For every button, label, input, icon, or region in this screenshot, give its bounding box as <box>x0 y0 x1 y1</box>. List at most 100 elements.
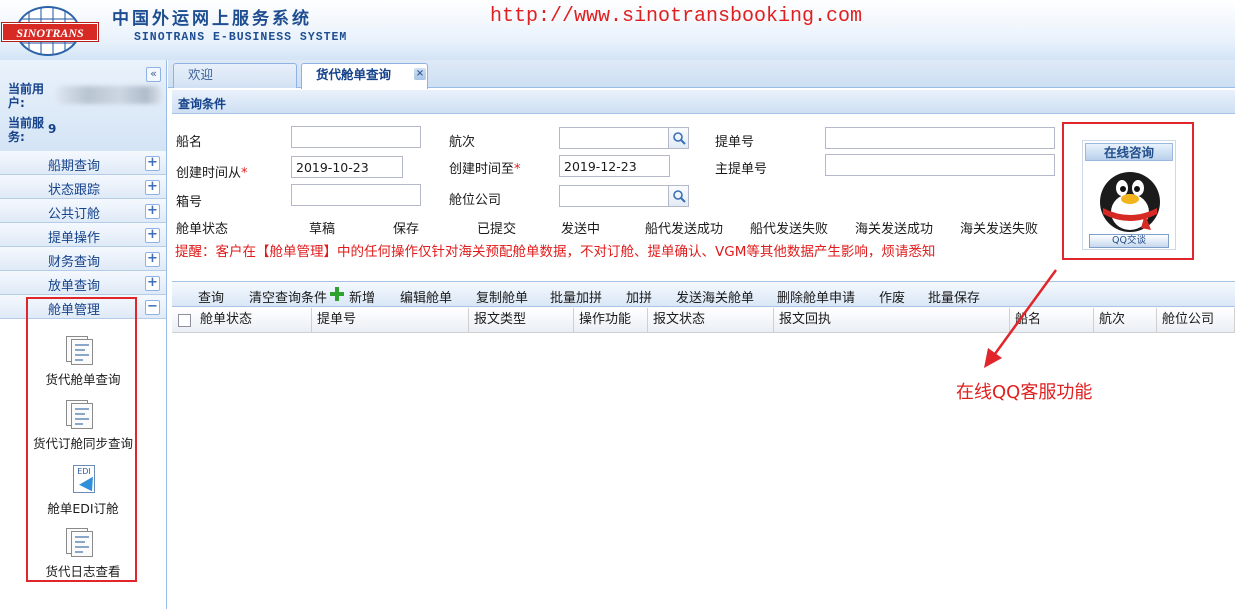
void-button[interactable]: 作废 <box>879 287 905 306</box>
column-header-operation-function[interactable]: 操作功能 <box>574 308 648 332</box>
close-icon[interactable]: × <box>414 68 426 80</box>
status-option-agent-sent-failed[interactable]: 船代发送失败 <box>750 218 828 237</box>
expand-icon[interactable]: + <box>145 180 160 195</box>
expand-icon[interactable]: + <box>145 228 160 243</box>
nav-item-status-tracking[interactable]: 状态跟踪 + <box>0 175 166 199</box>
double-chevron-left-icon[interactable]: « <box>146 67 161 82</box>
nav-item-finance-query[interactable]: 财务查询 + <box>0 247 166 271</box>
plus-icon[interactable] <box>330 287 344 301</box>
tab-label: 欢迎 <box>188 67 214 82</box>
manifest-toolbar: 查询 清空查询条件 新增 编辑舱单 复制舱单 批量加拼 加拼 发送海关舱单 删除… <box>172 281 1235 307</box>
container-no-input[interactable] <box>291 184 421 206</box>
column-header-space-company[interactable]: 舱位公司 <box>1157 308 1235 332</box>
delete-manifest-request-button[interactable]: 删除舱单申请 <box>777 287 855 306</box>
bill-no-label: 提单号 <box>715 135 755 150</box>
column-header-bill-no[interactable]: 提单号 <box>312 308 469 332</box>
nav-item-release-query[interactable]: 放单查询 + <box>0 271 166 295</box>
user-info-panel: « 当前用户: 当前服务: 9 <box>0 60 166 152</box>
collapse-icon[interactable]: − <box>145 300 160 315</box>
annotation-arrow-icon <box>984 269 1058 368</box>
master-bill-no-input[interactable] <box>825 154 1055 176</box>
space-company-input[interactable] <box>559 185 669 207</box>
status-option-draft[interactable]: 草稿 <box>309 218 335 237</box>
column-header-message-status[interactable]: 报文状态 <box>648 308 774 332</box>
tab-welcome[interactable]: 欢迎 <box>173 63 297 88</box>
current-service-value: 9 <box>48 122 57 136</box>
column-header-message-receipt[interactable]: 报文回执 <box>774 308 1010 332</box>
consolidate-button[interactable]: 加拼 <box>626 287 652 306</box>
current-user-label: 当前用户: <box>8 82 45 110</box>
container-no-label: 箱号 <box>176 195 203 210</box>
expand-icon[interactable]: + <box>145 204 160 219</box>
ship-name-input[interactable] <box>291 126 421 148</box>
space-company-label: 舱位公司 <box>449 193 502 208</box>
sinotrans-logo: SINOTRANS <box>2 6 98 56</box>
status-option-agent-sent-success[interactable]: 船代发送成功 <box>645 218 723 237</box>
bill-no-input[interactable] <box>825 127 1055 149</box>
created-to-date-input[interactable] <box>559 155 670 177</box>
expand-icon[interactable]: + <box>145 252 160 267</box>
criteria-title: 查询条件 <box>178 97 227 111</box>
voyage-search-trigger[interactable] <box>669 127 689 149</box>
copy-manifest-button[interactable]: 复制舱单 <box>476 287 528 306</box>
nav-item-label: 财务查询 <box>48 255 101 270</box>
voyage-input[interactable] <box>559 127 669 149</box>
clear-criteria-button[interactable]: 清空查询条件 <box>249 287 327 306</box>
logo-banner: SINOTRANS <box>2 23 98 41</box>
status-option-submitted[interactable]: 已提交 <box>477 218 516 237</box>
nav-item-schedule-query[interactable]: 船期查询 + <box>0 151 166 175</box>
nav-item-label: 船期查询 <box>48 159 101 174</box>
reminder-notice: 提醒：客户在【舱单管理】中的任何操作仅针对海关预配舱单数据，不对订舱、提单确认、… <box>175 244 936 260</box>
system-title-cn: 中国外运网上服务系统 <box>112 9 312 29</box>
manifest-status-label: 舱单状态 <box>176 222 229 237</box>
column-header-message-type[interactable]: 报文类型 <box>469 308 574 332</box>
nav-item-public-booking[interactable]: 公共订舱 + <box>0 199 166 223</box>
criteria-panel-header: 查询条件 <box>172 90 1235 114</box>
ship-name-label: 船名 <box>176 135 203 150</box>
nav-item-label: 放单查询 <box>48 279 101 294</box>
send-customs-manifest-button[interactable]: 发送海关舱单 <box>676 287 754 306</box>
tab-strip: 欢迎 货代舱单查询 × <box>168 60 1235 89</box>
expand-icon[interactable]: + <box>145 276 160 291</box>
nav-item-label: 公共订舱 <box>48 207 101 222</box>
batch-consolidate-button[interactable]: 批量加拼 <box>550 287 602 306</box>
tab-forwarder-manifest-query[interactable]: 货代舱单查询 × <box>301 63 428 89</box>
created-from-label: 创建时间从* <box>176 166 248 181</box>
system-title-en: SINOTRANS E-BUSINESS SYSTEM <box>134 31 348 44</box>
space-company-search-trigger[interactable] <box>669 185 689 207</box>
manifest-grid-header: 舱单状态 提单号 报文类型 操作功能 报文状态 报文回执 船名 航次 舱位公司 <box>172 308 1235 333</box>
edit-manifest-button[interactable]: 编辑舱单 <box>400 287 452 306</box>
qq-chat-button[interactable]: QQ交谈 <box>1089 234 1169 248</box>
batch-save-button[interactable]: 批量保存 <box>928 287 980 306</box>
select-all-checkbox[interactable] <box>178 314 191 327</box>
master-bill-no-label: 主提单号 <box>715 162 768 177</box>
column-header-voyage[interactable]: 航次 <box>1094 308 1157 332</box>
annotation-frame-qq: 在线咨询 QQ交谈 <box>1062 122 1194 260</box>
add-button[interactable]: 新增 <box>349 287 375 306</box>
status-option-sending[interactable]: 发送中 <box>561 218 600 237</box>
created-to-label: 创建时间至* <box>449 162 521 177</box>
created-from-date-input[interactable] <box>291 156 403 178</box>
expand-icon[interactable]: + <box>145 156 160 171</box>
app-header: SINOTRANS 中国外运网上服务系统 SINOTRANS E-BUSINES… <box>0 0 1235 60</box>
site-url-annotation: http://www.sinotransbooking.com <box>490 5 863 28</box>
manifest-grid-body <box>172 334 1235 609</box>
qq-penguin-icon <box>1100 172 1160 232</box>
qq-online-consult-widget[interactable]: 在线咨询 QQ交谈 <box>1082 140 1176 250</box>
nav-item-bill-operation[interactable]: 提单操作 + <box>0 223 166 247</box>
voyage-label: 航次 <box>449 135 476 150</box>
query-button[interactable]: 查询 <box>198 287 224 306</box>
annotation-qq-service-text: 在线QQ客服功能 <box>956 382 1093 403</box>
search-icon <box>673 132 686 145</box>
annotation-frame-manifest <box>26 297 137 582</box>
search-icon <box>673 190 686 203</box>
tab-label: 货代舱单查询 <box>316 67 392 82</box>
blurred-username <box>56 86 162 104</box>
qq-widget-title: 在线咨询 <box>1085 143 1173 161</box>
status-option-customs-sent-failed[interactable]: 海关发送失败 <box>960 218 1038 237</box>
column-header-status[interactable]: 舱单状态 <box>172 308 312 332</box>
status-option-saved[interactable]: 保存 <box>393 218 419 237</box>
status-option-customs-sent-success[interactable]: 海关发送成功 <box>855 218 933 237</box>
nav-item-label: 提单操作 <box>48 231 101 246</box>
nav-item-label: 状态跟踪 <box>48 183 101 198</box>
